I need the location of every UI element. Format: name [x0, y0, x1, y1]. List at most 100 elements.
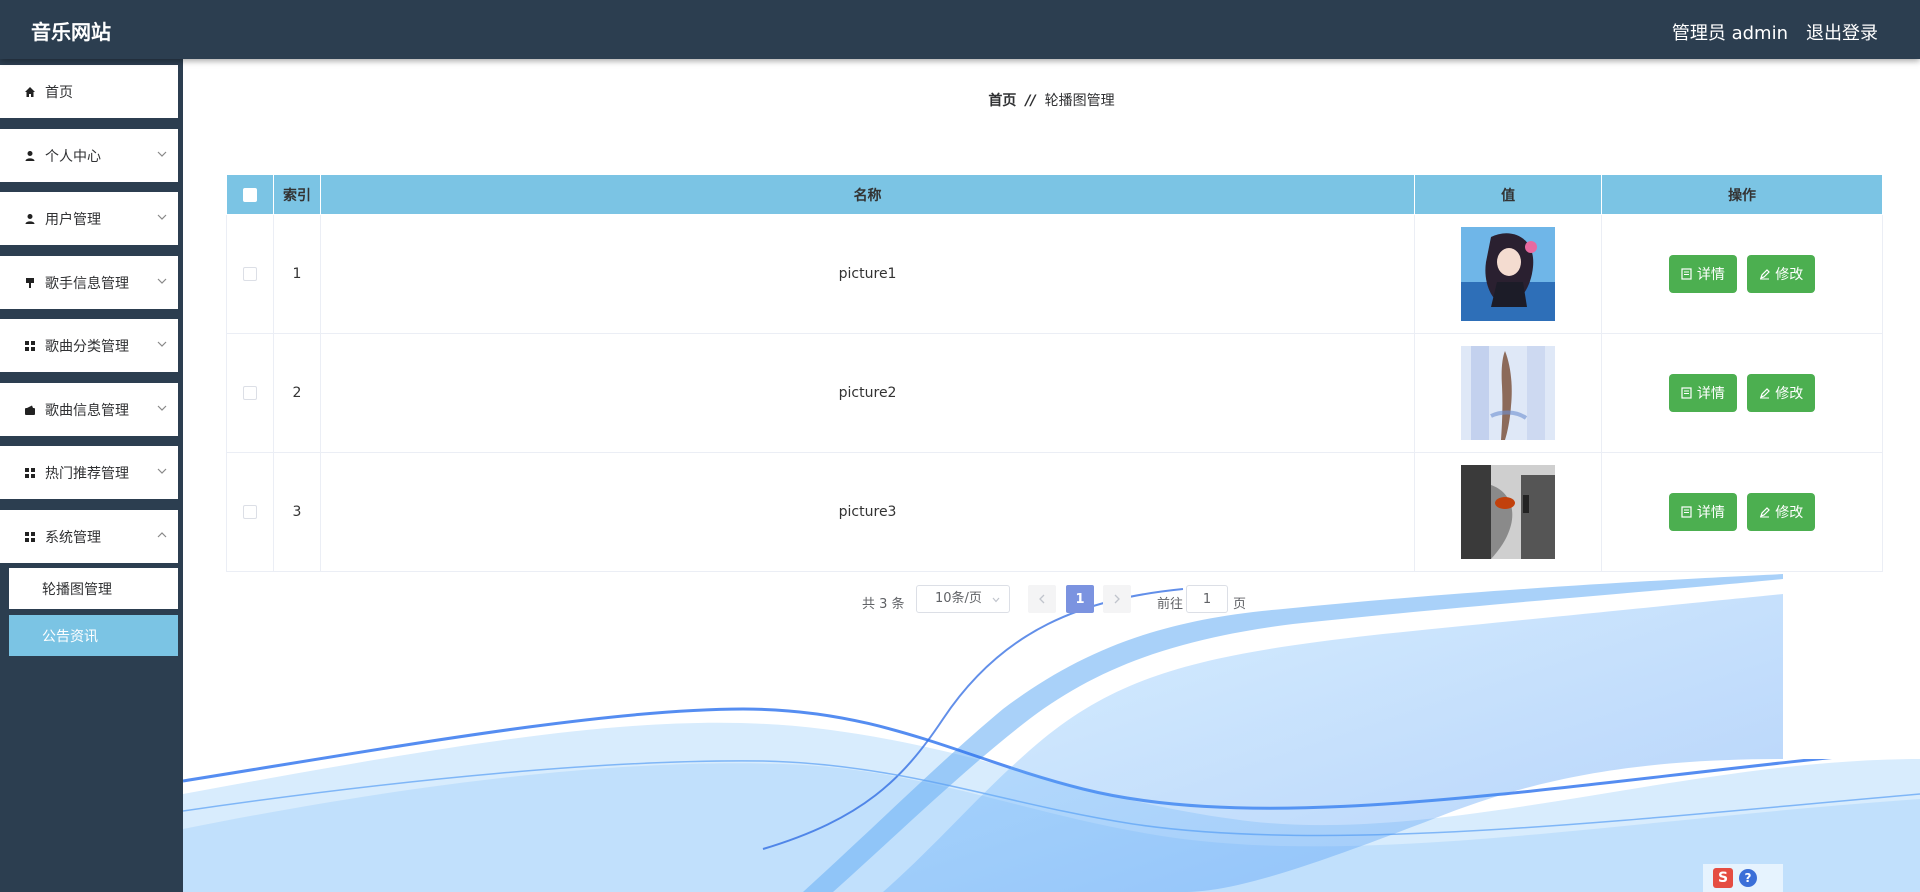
grid-icon: [23, 466, 36, 479]
input-method-icon[interactable]: S: [1713, 868, 1733, 888]
sidebar-item-personal-center[interactable]: 个人中心: [0, 129, 178, 182]
sidebar-subitem-carousel[interactable]: 轮播图管理: [9, 568, 178, 609]
edit-button[interactable]: 修改: [1747, 255, 1816, 293]
edit-button[interactable]: 修改: [1747, 374, 1816, 412]
home-icon: [23, 85, 36, 98]
sidebar-subitem-label: 公告资讯: [42, 628, 98, 645]
column-header-name: 名称: [319, 174, 1416, 215]
chevron-down-icon: [157, 278, 167, 284]
sidebar-item-label: 用户管理: [45, 211, 101, 228]
grid-icon: [23, 339, 36, 352]
grid-icon: [23, 530, 36, 543]
user-icon: [23, 212, 36, 225]
pagination-total: 共 3 条: [862, 597, 905, 612]
row-checkbox[interactable]: [242, 505, 257, 519]
sidebar-item-label: 歌曲信息管理: [45, 402, 129, 419]
chevron-up-icon: [157, 532, 167, 538]
anime-girl-thumbnail: [1461, 227, 1556, 321]
prev-page-button[interactable]: [1028, 585, 1056, 613]
main-content: 首页 // 轮播图管理 索引 名称 值 操作 1 picture1 详情 修改 2 …: [183, 59, 1920, 892]
edit-button[interactable]: 修改: [1747, 493, 1816, 531]
chevron-down-icon: [157, 468, 167, 474]
row-index: 1: [272, 214, 321, 334]
sidebar-item-hot-recommend[interactable]: 热门推荐管理: [0, 446, 178, 499]
top-header: 音乐网站 管理员 admin 退出登录: [0, 0, 1920, 59]
table-header-row: 索引 名称 值 操作: [226, 174, 1883, 215]
pencil-icon: [1760, 269, 1771, 280]
page-suffix-label: 页: [1233, 597, 1247, 612]
goto-label: 前往: [1157, 597, 1184, 612]
row-name: picture1: [319, 214, 1416, 334]
site-title: 音乐网站: [31, 20, 111, 44]
row-name: picture3: [319, 452, 1416, 572]
breadcrumb-separator: //: [1025, 93, 1036, 109]
sidebar-item-label: 歌曲分类管理: [45, 338, 129, 355]
sidebar-item-label: 歌手信息管理: [45, 275, 129, 292]
row-index: 3: [272, 452, 321, 572]
chevron-down-icon: [992, 597, 1000, 603]
sidebar-item-user-management[interactable]: 用户管理: [0, 192, 178, 245]
chevron-left-icon: [1039, 594, 1045, 604]
sidebar-item-label: 首页: [45, 84, 73, 101]
sidebar-item-label: 热门推荐管理: [45, 465, 129, 482]
detail-button[interactable]: 详情: [1668, 493, 1737, 531]
edit-button-label: 修改: [1775, 385, 1804, 401]
wallet-icon: [23, 403, 36, 416]
sidebar-subitem-label: 轮播图管理: [42, 581, 112, 598]
sidebar-item-label: 个人中心: [45, 148, 101, 165]
breadcrumb-current: 轮播图管理: [1044, 93, 1115, 109]
table-row: 3 picture3 详情 修改: [226, 452, 1883, 572]
document-icon: [1681, 268, 1692, 280]
chevron-down-icon: [157, 341, 167, 347]
sidebar-subitem-announcements[interactable]: 公告资讯: [9, 615, 178, 656]
column-header-value: 值: [1414, 174, 1603, 215]
select-all-checkbox[interactable]: [242, 187, 257, 202]
chevron-down-icon: [157, 214, 167, 220]
sidebar-item-song-info[interactable]: 歌曲信息管理: [0, 383, 178, 436]
table-row: 1 picture1 详情 修改: [226, 214, 1883, 334]
dark-photo-thumbnail: [1461, 465, 1556, 559]
pencil-icon: [1760, 388, 1771, 399]
logout-button[interactable]: 退出登录: [1806, 19, 1878, 45]
table-row: 2 picture2 详情 修改: [226, 333, 1883, 453]
admin-label: 管理员 admin: [1671, 23, 1788, 44]
chevron-down-icon: [157, 151, 167, 157]
page-number-button[interactable]: 1: [1066, 585, 1094, 613]
sidebar: 首页 个人中心 用户管理 歌手信息管理 歌曲分类管理 歌曲信息管理 热门推荐管理…: [0, 59, 183, 892]
select-all-cell: [226, 174, 274, 215]
document-icon: [1681, 506, 1692, 518]
next-page-button[interactable]: [1103, 585, 1131, 613]
data-table: 索引 名称 值 操作 1 picture1 详情 修改 2 picture2 详…: [226, 174, 1883, 572]
goto-page-input[interactable]: [1186, 585, 1228, 613]
blurred-figure-thumbnail: [1461, 346, 1556, 440]
breadcrumb: 首页 // 轮播图管理: [183, 90, 1920, 110]
detail-button-label: 详情: [1696, 266, 1725, 282]
detail-button-label: 详情: [1696, 504, 1725, 520]
pin-icon: [23, 276, 36, 289]
page-size-value: 10条/页: [935, 591, 982, 606]
column-header-index: 索引: [272, 174, 321, 215]
detail-button[interactable]: 详情: [1668, 374, 1737, 412]
edit-button-label: 修改: [1775, 266, 1804, 282]
sidebar-item-song-category[interactable]: 歌曲分类管理: [0, 319, 178, 372]
sidebar-item-system-management[interactable]: 系统管理: [0, 510, 178, 563]
breadcrumb-home[interactable]: 首页: [988, 93, 1016, 109]
chevron-down-icon: [157, 405, 167, 411]
system-tray: S ?: [1703, 864, 1783, 892]
sidebar-item-home[interactable]: 首页: [0, 65, 178, 118]
row-checkbox[interactable]: [242, 267, 257, 281]
help-icon[interactable]: ?: [1739, 869, 1757, 887]
row-checkbox[interactable]: [242, 386, 257, 400]
page-size-select[interactable]: 10条/页: [916, 585, 1010, 613]
edit-button-label: 修改: [1775, 504, 1804, 520]
row-name: picture2: [319, 333, 1416, 453]
document-icon: [1681, 387, 1692, 399]
detail-button[interactable]: 详情: [1668, 255, 1737, 293]
chevron-right-icon: [1114, 594, 1120, 604]
row-index: 2: [272, 333, 321, 453]
pencil-icon: [1760, 507, 1771, 518]
column-header-actions: 操作: [1601, 174, 1883, 215]
sidebar-item-singer-management[interactable]: 歌手信息管理: [0, 256, 178, 309]
user-icon: [23, 149, 36, 162]
sidebar-item-label: 系统管理: [45, 529, 101, 546]
